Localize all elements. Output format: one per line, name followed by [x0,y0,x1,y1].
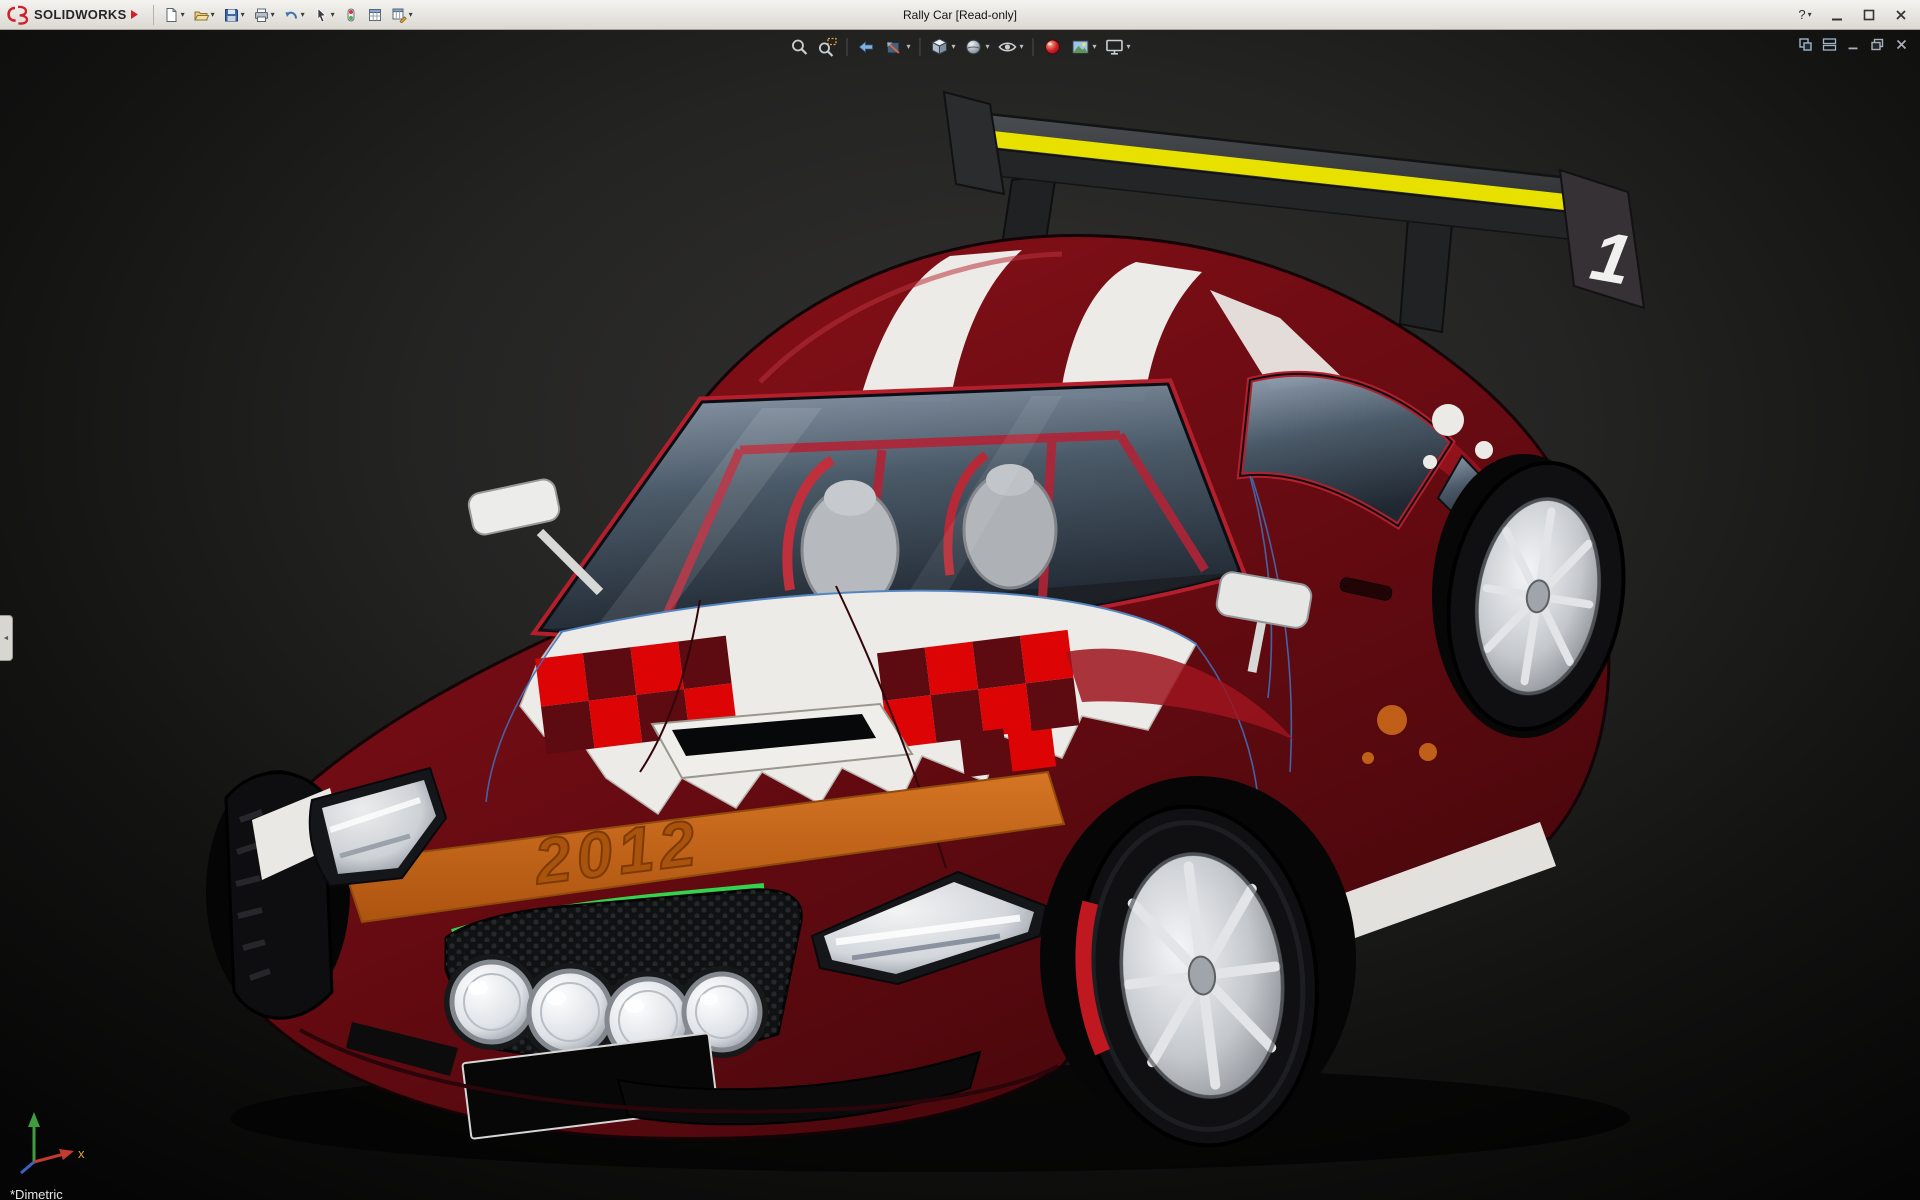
dropdown-caret: ▾ [180,9,185,19]
display-style-icon [966,39,981,55]
document-window-controls [1795,35,1912,54]
section-view-icon [886,41,900,54]
view-settings-button[interactable]: ▾ [1102,35,1134,59]
brand-text: SOLIDWORKS [34,7,127,22]
hide-show-items-button[interactable]: ▾ [995,35,1027,59]
brand-flyout-icon[interactable] [130,10,138,19]
dropdown-caret: ▾ [408,9,413,19]
previous-view-icon [858,41,873,53]
doc-close-button[interactable] [1891,35,1912,54]
view-orientation-button[interactable]: ▾ [926,35,958,59]
maximize-icon [1863,9,1875,20]
options-icon [392,8,407,23]
file-properties-button[interactable] [363,2,387,28]
rear-wheel[interactable] [1430,450,1642,742]
hide-show-items-eye-icon [998,42,1017,52]
print-button[interactable]: ▾ [249,2,279,28]
apply-scene-button[interactable]: ▾ [1068,35,1100,59]
help-label: ? [1798,7,1806,22]
doc-windows-icon [1799,38,1812,51]
close-button[interactable] [1886,3,1916,27]
toolbar-separator [1032,38,1034,56]
solidworks-logo-icon [7,5,29,25]
dropdown-caret: ▾ [240,9,245,19]
mirror-left[interactable] [467,477,604,596]
close-icon [1896,9,1906,20]
dropdown-caret: ▾ [300,9,305,19]
doc-tile-icon [1822,38,1837,51]
dropdown-caret: ▾ [270,9,275,19]
dropdown-caret: ▾ [1126,42,1131,51]
view-settings-icon [1106,39,1123,55]
orientation-label: *Dimetric [10,1187,63,1200]
doc-minimize-icon [1848,47,1858,50]
dropdown-caret: ▾ [951,42,956,51]
doc-restore-icon [1871,38,1884,51]
dropdown-caret: ▾ [985,42,990,51]
toolbar-separator [152,4,154,25]
reference-triad: x [20,1112,85,1175]
doc-close-icon [1896,39,1907,50]
collapse-arrow-icon: ◄ [2,634,10,642]
rebuild-button[interactable] [339,2,363,28]
maximize-button[interactable] [1854,3,1884,27]
dropdown-caret: ▾ [1092,42,1097,51]
z-axis-arrow [20,1160,35,1175]
zoom-to-fit-icon [792,39,808,55]
open-folder-icon [193,11,209,20]
edit-appearance-ball-icon [1045,39,1061,55]
toolbar-separator [919,38,921,56]
window-title: Rally Car [Read-only] [902,8,1018,22]
select-button[interactable]: ▾ [309,2,339,28]
titlebar: SOLIDWORKS ▾ ▾ ▾ ▾ ▾ ▾ ▾ Rally Car [Read… [0,0,1920,30]
section-view-button[interactable]: ▾ [881,35,913,59]
y-axis-arrow [28,1112,40,1127]
minimize-icon [1832,18,1842,20]
rally-car-model[interactable]: 1 2012 [0,30,1920,1200]
dropdown-caret: ▾ [1019,42,1024,51]
dropdown-caret: ▾ [906,42,911,51]
select-cursor-icon [317,7,326,22]
doc-windows-button[interactable] [1795,35,1816,54]
open-button[interactable]: ▾ [189,2,219,28]
help-button[interactable]: ? ▾ [1790,3,1820,27]
dropdown-caret: ▾ [330,9,335,19]
featuremanager-collapse-tab[interactable]: ◄ [0,615,13,661]
new-document-icon [166,7,177,22]
x-axis-arrow [59,1149,74,1160]
new-document-button[interactable]: ▾ [159,2,189,28]
zoom-to-area-icon [818,37,837,57]
x-axis-label: x [78,1146,85,1161]
graphics-viewport[interactable]: ▾ ▾ ▾ ▾ ▾ ▾ 1 2012 ◄ x *Dimetric [0,30,1920,1200]
save-icon [224,8,238,21]
edit-appearance-button[interactable] [1040,35,1066,59]
doc-minimize-button[interactable] [1843,35,1864,54]
apply-scene-icon [1072,40,1089,54]
undo-icon [285,11,297,19]
zoom-to-area-button[interactable] [814,35,840,59]
rebuild-icon [347,8,355,21]
print-icon [254,8,268,22]
doc-restore-button[interactable] [1867,35,1888,54]
toolbar-separator [846,38,848,56]
options-button[interactable]: ▾ [387,2,417,28]
minimize-button[interactable] [1822,3,1852,27]
save-button[interactable]: ▾ [219,2,249,28]
undo-button[interactable]: ▾ [279,2,309,28]
previous-view-button[interactable] [853,35,879,59]
dropdown-caret: ▾ [210,9,215,19]
display-style-button[interactable]: ▾ [960,35,992,59]
zoom-to-fit-button[interactable] [786,35,812,59]
heads-up-view-toolbar: ▾ ▾ ▾ ▾ ▾ ▾ [786,35,1133,59]
file-properties-icon [368,8,381,21]
doc-tile-button[interactable] [1819,35,1840,54]
view-orientation-cube-icon [931,38,948,55]
solidworks-logo[interactable]: SOLIDWORKS [6,5,148,25]
dropdown-caret: ▾ [1807,9,1812,19]
